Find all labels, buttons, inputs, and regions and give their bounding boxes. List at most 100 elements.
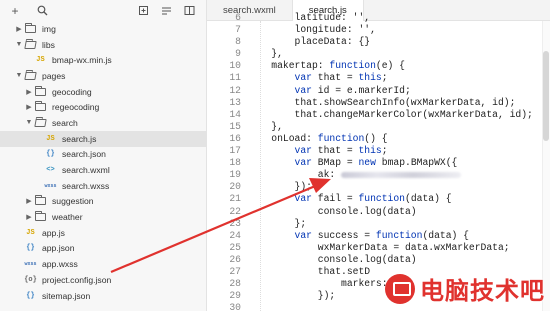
tree-item-sitemap-json[interactable]: {} sitemap.json <box>0 288 206 304</box>
line-number: 25 <box>229 241 241 253</box>
computer-logo-icon <box>385 273 415 304</box>
file-explorer: + ▶ img ▼ libs JS bmap-wx.min.js ▼ pages ▶ geocod… <box>0 0 207 311</box>
tree-item-label: app.wxss <box>42 259 78 270</box>
new-file-icon[interactable] <box>136 4 150 18</box>
tree-item-bmap-wx-min-js[interactable]: JS bmap-wx.min.js <box>0 52 206 68</box>
tree-item-weather[interactable]: ▶ weather <box>0 209 206 225</box>
code-line[interactable]: var id = e.markerId; <box>248 85 550 97</box>
line-number: 12 <box>229 84 241 96</box>
folder-icon <box>34 101 47 112</box>
line-number: 9 <box>235 48 241 60</box>
chevron-right-icon[interactable]: ▶ <box>14 25 24 33</box>
json-file-icon: {} <box>46 150 55 159</box>
code-line[interactable]: }; <box>248 218 550 230</box>
watermark-text: 电脑技术吧 <box>420 277 545 305</box>
code-line[interactable]: }, <box>248 121 550 133</box>
line-number: 8 <box>235 36 241 48</box>
line-number: 6 <box>235 12 241 23</box>
tree-item-search-js[interactable]: JS search.js <box>0 130 206 147</box>
tree-item-label: app.json <box>42 243 75 254</box>
code-line[interactable]: placeData: {} <box>248 36 550 48</box>
code-line[interactable]: var success = function(data) { <box>248 230 550 242</box>
code-line[interactable]: longitude: '', <box>248 24 550 36</box>
code-line[interactable]: var fail = function(data) { <box>248 193 550 205</box>
vertical-scrollbar[interactable] <box>542 21 550 311</box>
tree-item-suggestion[interactable]: ▶ suggestion <box>0 194 206 210</box>
tree-item-label: geocoding <box>52 86 92 97</box>
tree-item-label: app.js <box>42 227 65 238</box>
folder-icon <box>34 118 47 128</box>
code-line[interactable]: makertap: function(e) { <box>248 60 550 72</box>
line-number: 26 <box>229 253 241 265</box>
code-text[interactable]: latitude: '', longitude: '', placeData: … <box>248 12 550 311</box>
code-line[interactable]: }, <box>248 48 550 60</box>
code-line[interactable]: latitude: '', <box>248 12 550 24</box>
line-number: 18 <box>229 157 241 169</box>
folder-icon <box>24 40 37 50</box>
tree-item-app-wxss[interactable]: wxss app.wxss <box>0 256 206 272</box>
code-line[interactable]: var BMap = new bmap.BMapWX({ <box>248 157 550 169</box>
code-editor: search.wxml search.js 6 7 8 9 10 11 12 13 14 15 16 1… <box>207 0 550 311</box>
line-number: 7 <box>235 24 241 36</box>
tree-item-label: weather <box>52 212 83 223</box>
split-icon[interactable] <box>182 4 196 18</box>
tree-item-label: search.wxss <box>62 180 110 191</box>
tree-item-app-js[interactable]: JS app.js <box>0 225 206 241</box>
code-line[interactable]: var that = this; <box>248 72 550 84</box>
search-icon[interactable] <box>35 4 49 18</box>
tree-item-search-wxml[interactable]: <> search.wxml <box>0 162 206 178</box>
chevron-right-icon[interactable]: ▶ <box>24 213 34 221</box>
tree-item-label: pages <box>42 70 66 81</box>
tree-item-label: bmap-wx.min.js <box>52 55 112 66</box>
code-line[interactable]: that.showSearchInfo(wxMarkerData, id); <box>248 97 550 109</box>
scrollbar-thumb[interactable] <box>543 51 549 141</box>
tree-item-label: regeocoding <box>52 102 100 113</box>
code-line[interactable]: }); <box>248 181 550 193</box>
code-line[interactable]: console.log(data) <box>248 254 550 266</box>
tree-item-label: search.js <box>62 133 97 144</box>
tree-item-search[interactable]: ▼ search <box>0 115 206 131</box>
collapse-icon[interactable] <box>159 4 173 18</box>
chevron-down-icon[interactable]: ▼ <box>14 41 24 48</box>
wxss-file-icon: wxss <box>24 261 37 268</box>
tree-item-libs[interactable]: ▼ libs <box>0 37 206 53</box>
tree-item-label: img <box>42 23 56 34</box>
line-number: 27 <box>229 265 241 277</box>
tree-item-img[interactable]: ▶ img <box>0 21 206 37</box>
tree-item-label: sitemap.json <box>42 290 91 301</box>
line-number: 17 <box>229 145 241 157</box>
tree-item-app-json[interactable]: {} app.json <box>0 241 206 257</box>
chevron-right-icon[interactable]: ▶ <box>24 103 34 111</box>
cfg-file-icon: {o} <box>24 275 37 284</box>
line-number: 19 <box>229 169 241 181</box>
chevron-down-icon[interactable]: ▼ <box>24 119 34 126</box>
code-line[interactable]: wxMarkerData = data.wxMarkerData; <box>248 242 550 254</box>
line-numbers: 6 7 8 9 10 11 12 13 14 15 16 17 18 19 20 21 22 23 24 25 26 27… <box>207 12 241 311</box>
tree-item-regeocoding[interactable]: ▶ regeocoding <box>0 99 206 115</box>
code-line[interactable]: console.log(data) <box>248 206 550 218</box>
code-line[interactable]: var that = this; <box>248 145 550 157</box>
tree-item-project-config-json[interactable]: {o} project.config.json <box>0 272 206 288</box>
tree-item-search-json[interactable]: {} search.json <box>0 147 206 163</box>
line-number: 28 <box>229 278 241 290</box>
json-file-icon: {} <box>26 291 35 300</box>
code-line[interactable]: ak: <box>248 169 550 181</box>
line-number: 14 <box>229 108 241 120</box>
tree-item-search-wxss[interactable]: wxss search.wxss <box>0 178 206 194</box>
tree-item-geocoding[interactable]: ▶ geocoding <box>0 84 206 100</box>
tree-item-label: search.wxml <box>62 165 110 176</box>
line-number: 30 <box>229 302 241 311</box>
chevron-right-icon[interactable]: ▶ <box>24 88 34 96</box>
chevron-right-icon[interactable]: ▶ <box>24 197 34 205</box>
code-line[interactable]: that.changeMarkerColor(wxMarkerData, id)… <box>248 109 550 121</box>
tree-item-pages[interactable]: ▼ pages <box>0 68 206 84</box>
tree-item-label: project.config.json <box>42 274 112 285</box>
code-area[interactable]: 6 7 8 9 10 11 12 13 14 15 16 17 18 19 20 21 22 23 24 25 26 27… <box>207 12 550 311</box>
line-number: 11 <box>229 72 241 84</box>
line-number: 13 <box>229 96 241 108</box>
code-line[interactable]: onLoad: function() { <box>248 133 550 145</box>
file-tree: ▶ img ▼ libs JS bmap-wx.min.js ▼ pages ▶ geocodin… <box>0 21 206 303</box>
chevron-down-icon[interactable]: ▼ <box>14 72 24 79</box>
line-number: 23 <box>229 217 241 229</box>
add-icon[interactable]: + <box>8 4 22 18</box>
